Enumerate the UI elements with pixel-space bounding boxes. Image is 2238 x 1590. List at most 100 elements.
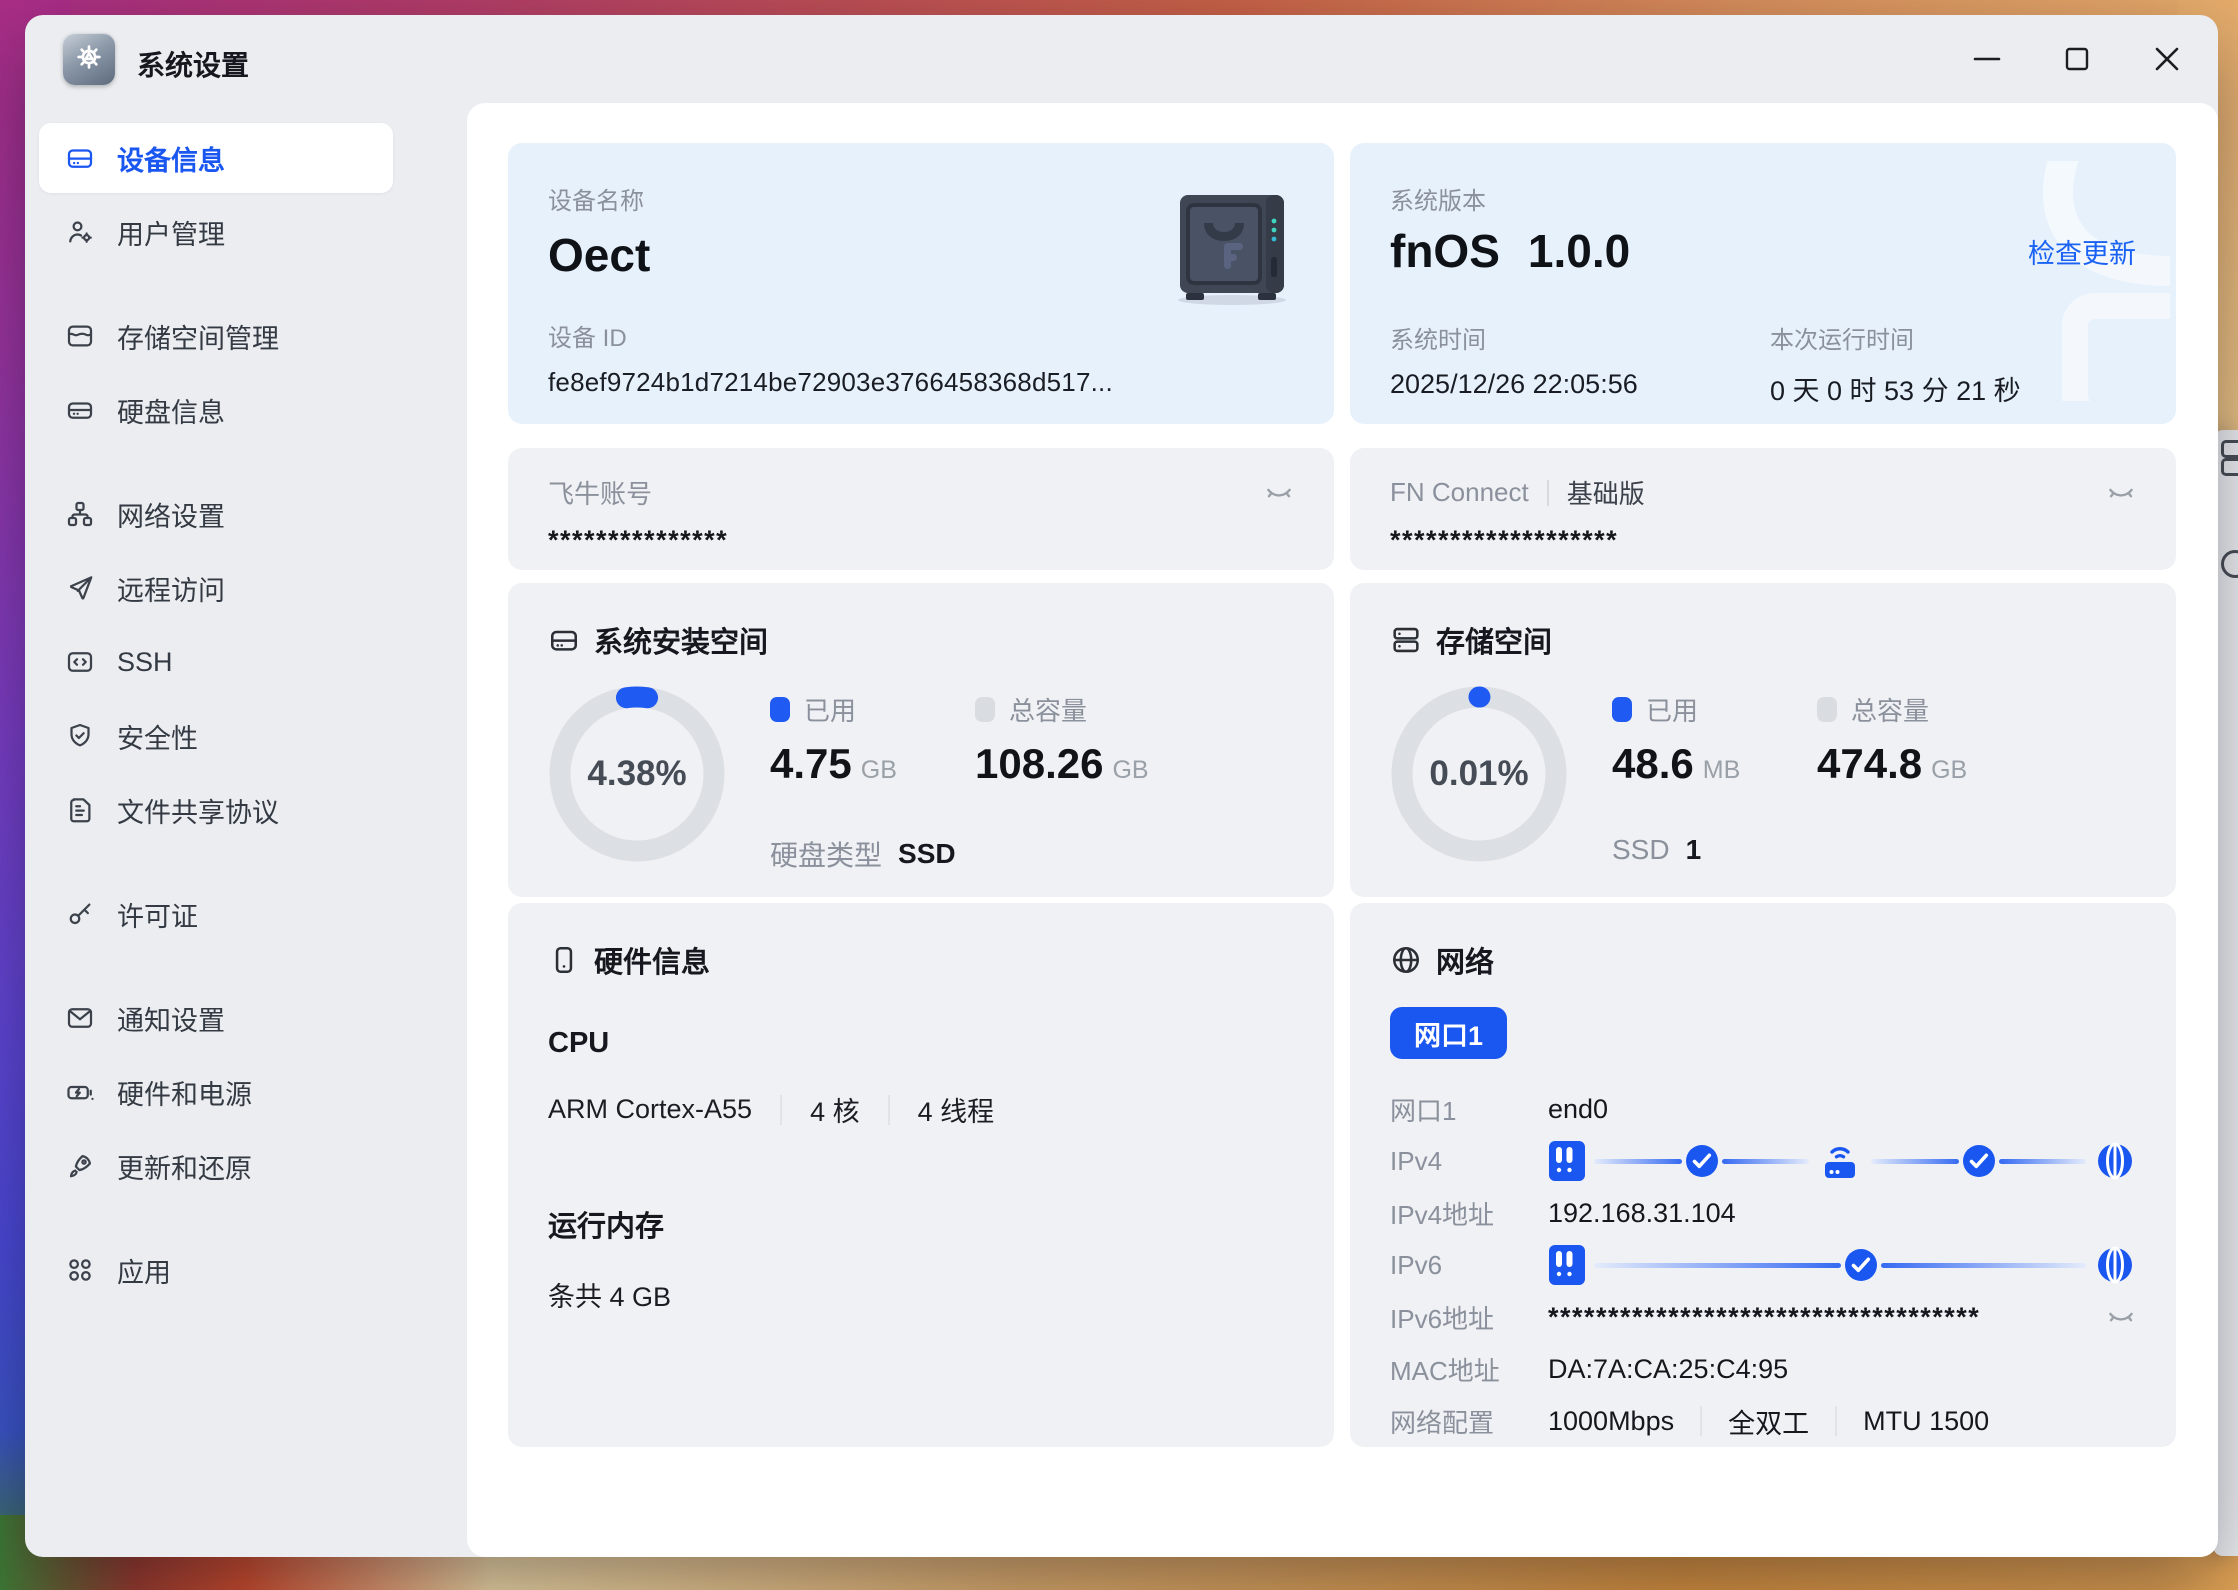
disk-type-label: 硬盘类型 <box>770 834 882 874</box>
sidebar-item-label: 许可证 <box>117 895 198 934</box>
total-value: 474.8 <box>1817 740 1922 788</box>
drive-icon <box>548 624 580 656</box>
main-content: 设备名称 Oect 设备 ID fe8ef9724b1d7214be72903e… <box>467 103 2218 1557</box>
ipv6-address: ************************************ <box>1548 1302 1980 1333</box>
background-window-icon-fragment <box>2221 458 2238 476</box>
used-value: 4.75 <box>770 740 852 788</box>
ssd-label: SSD <box>1612 834 1670 866</box>
sidebar-item-label: 硬盘信息 <box>117 391 225 430</box>
fn-connect-value: ******************* <box>1390 525 2136 556</box>
ipv6-address-label: IPv6地址 <box>1390 1299 1548 1336</box>
sidebar-item-label: 安全性 <box>117 717 198 756</box>
ipv6-status-row: IPv6 <box>1390 1239 2136 1291</box>
sidebar-item-power[interactable]: 硬件和电源 <box>39 1057 393 1127</box>
storage-space-title: 存储空间 <box>1436 619 1552 661</box>
window-controls <box>1970 15 2184 103</box>
sidebar-item-label: 网络设置 <box>117 495 225 534</box>
gear-icon <box>73 41 105 78</box>
used-unit: GB <box>861 756 897 785</box>
send-icon <box>65 573 95 603</box>
shield-icon <box>65 721 95 751</box>
mtu-value: MTU 1500 <box>1863 1406 1989 1437</box>
fn-connect-label: FN Connect <box>1390 477 1529 508</box>
system-time-label: 系统时间 <box>1390 320 1770 355</box>
cpu-cores: 4 核 <box>810 1090 860 1129</box>
internet-globe-icon <box>2094 1140 2136 1182</box>
device-card: 设备名称 Oect 设备 ID fe8ef9724b1d7214be72903e… <box>508 143 1334 424</box>
system-time: 2025/12/26 22:05:56 <box>1390 369 1770 400</box>
ipv4-connectivity-diagram <box>1548 1139 2136 1183</box>
window-title: 系统设置 <box>137 44 249 84</box>
total-label: 总容量 <box>1009 691 1087 728</box>
total-label: 总容量 <box>1851 691 1929 728</box>
fn-account-label: 飞牛账号 <box>548 474 652 511</box>
sidebar-item-ssh[interactable]: SSH <box>39 627 393 697</box>
sidebar-item-label: 更新和还原 <box>117 1147 252 1186</box>
globe-icon <box>1390 944 1422 976</box>
disk-type-value: SSD <box>898 838 956 870</box>
sidebar-item-label: 应用 <box>117 1251 171 1290</box>
mac-address-label: MAC地址 <box>1390 1351 1548 1388</box>
uptime-value: 0 天 0 时 53 分 21 秒 <box>1770 369 2021 408</box>
users-icon <box>65 217 95 247</box>
os-name: fnOS <box>1390 224 1500 278</box>
sidebar-item-device-info[interactable]: 设备信息 <box>39 123 393 193</box>
sidebar-item-update[interactable]: 更新和还原 <box>39 1131 393 1201</box>
eye-closed-icon[interactable] <box>2106 1302 2136 1332</box>
sidebar-item-remote[interactable]: 远程访问 <box>39 553 393 623</box>
router-node-icon <box>1817 1139 1863 1183</box>
ipv6-label: IPv6 <box>1390 1250 1548 1281</box>
ipv6-address-row: IPv6地址 *********************************… <box>1390 1291 2136 1343</box>
ipv4-address-row: IPv4地址 192.168.31.104 <box>1390 1187 2136 1239</box>
key-icon <box>65 899 95 929</box>
system-install-space-card: 系统安装空间 4.38% 已用 4.75G <box>508 583 1334 897</box>
check-circle-icon <box>1961 1143 1997 1179</box>
eye-closed-icon[interactable] <box>1264 478 1294 508</box>
sidebar-item-label: SSH <box>117 647 173 678</box>
eye-closed-icon[interactable] <box>2106 478 2136 508</box>
server-stack-icon <box>1390 624 1422 656</box>
total-unit: GB <box>1931 756 1967 785</box>
rocket-icon <box>65 1151 95 1181</box>
titlebar: 系统设置 <box>25 15 2218 103</box>
sidebar-item-label: 设备信息 <box>117 139 225 178</box>
ram-label: 运行内存 <box>548 1203 1294 1245</box>
network-config-row: 网络配置 1000Mbps 全双工 MTU 1500 <box>1390 1395 2136 1447</box>
network-card: 网络 网口1 网口1 end0 IPv4 <box>1350 903 2176 1447</box>
fn-account-card: 飞牛账号 *************** <box>508 448 1334 570</box>
code-icon <box>65 647 95 677</box>
ipv4-address: 192.168.31.104 <box>1548 1198 2136 1229</box>
sidebar-item-file-share[interactable]: 文件共享协议 <box>39 775 393 845</box>
sidebar-item-label: 存储空间管理 <box>117 317 279 356</box>
sidebar-item-users[interactable]: 用户管理 <box>39 197 393 267</box>
port-tab-button[interactable]: 网口1 <box>1390 1007 1507 1059</box>
hardware-title: 硬件信息 <box>594 939 710 981</box>
apps-icon <box>65 1255 95 1285</box>
port-value: end0 <box>1548 1094 2136 1125</box>
maximize-button[interactable] <box>2060 42 2094 76</box>
sidebar-item-security[interactable]: 安全性 <box>39 701 393 771</box>
sidebar-item-storage-mgmt[interactable]: 存储空间管理 <box>39 301 393 371</box>
used-unit: MB <box>1703 756 1741 785</box>
ipv4-status-row: IPv4 <box>1390 1135 2136 1187</box>
mail-icon <box>65 1003 95 1033</box>
divider <box>780 1095 782 1125</box>
cpu-threads: 4 线程 <box>918 1090 995 1129</box>
used-legend-marker <box>770 697 790 722</box>
sidebar-item-disk-info[interactable]: 硬盘信息 <box>39 375 393 445</box>
divider <box>1835 1406 1837 1436</box>
sidebar-item-label: 用户管理 <box>117 213 225 252</box>
ipv6-connectivity-diagram <box>1548 1243 2136 1287</box>
sidebar-item-notify[interactable]: 通知设置 <box>39 983 393 1053</box>
drive-icon <box>65 143 95 173</box>
check-update-link[interactable]: 检查更新 <box>2028 232 2136 271</box>
check-circle-icon <box>1843 1247 1879 1283</box>
sidebar-item-apps[interactable]: 应用 <box>39 1235 393 1305</box>
minimize-button[interactable] <box>1970 42 2004 76</box>
sidebar: 设备信息用户管理存储空间管理硬盘信息网络设置远程访问 SSH 安全性文件共享协议许可… <box>39 123 393 1309</box>
close-button[interactable] <box>2150 42 2184 76</box>
sidebar-item-license[interactable]: 许可证 <box>39 879 393 949</box>
sidebar-item-label: 远程访问 <box>117 569 225 608</box>
sidebar-item-network[interactable]: 网络设置 <box>39 479 393 549</box>
divider <box>1547 480 1549 506</box>
